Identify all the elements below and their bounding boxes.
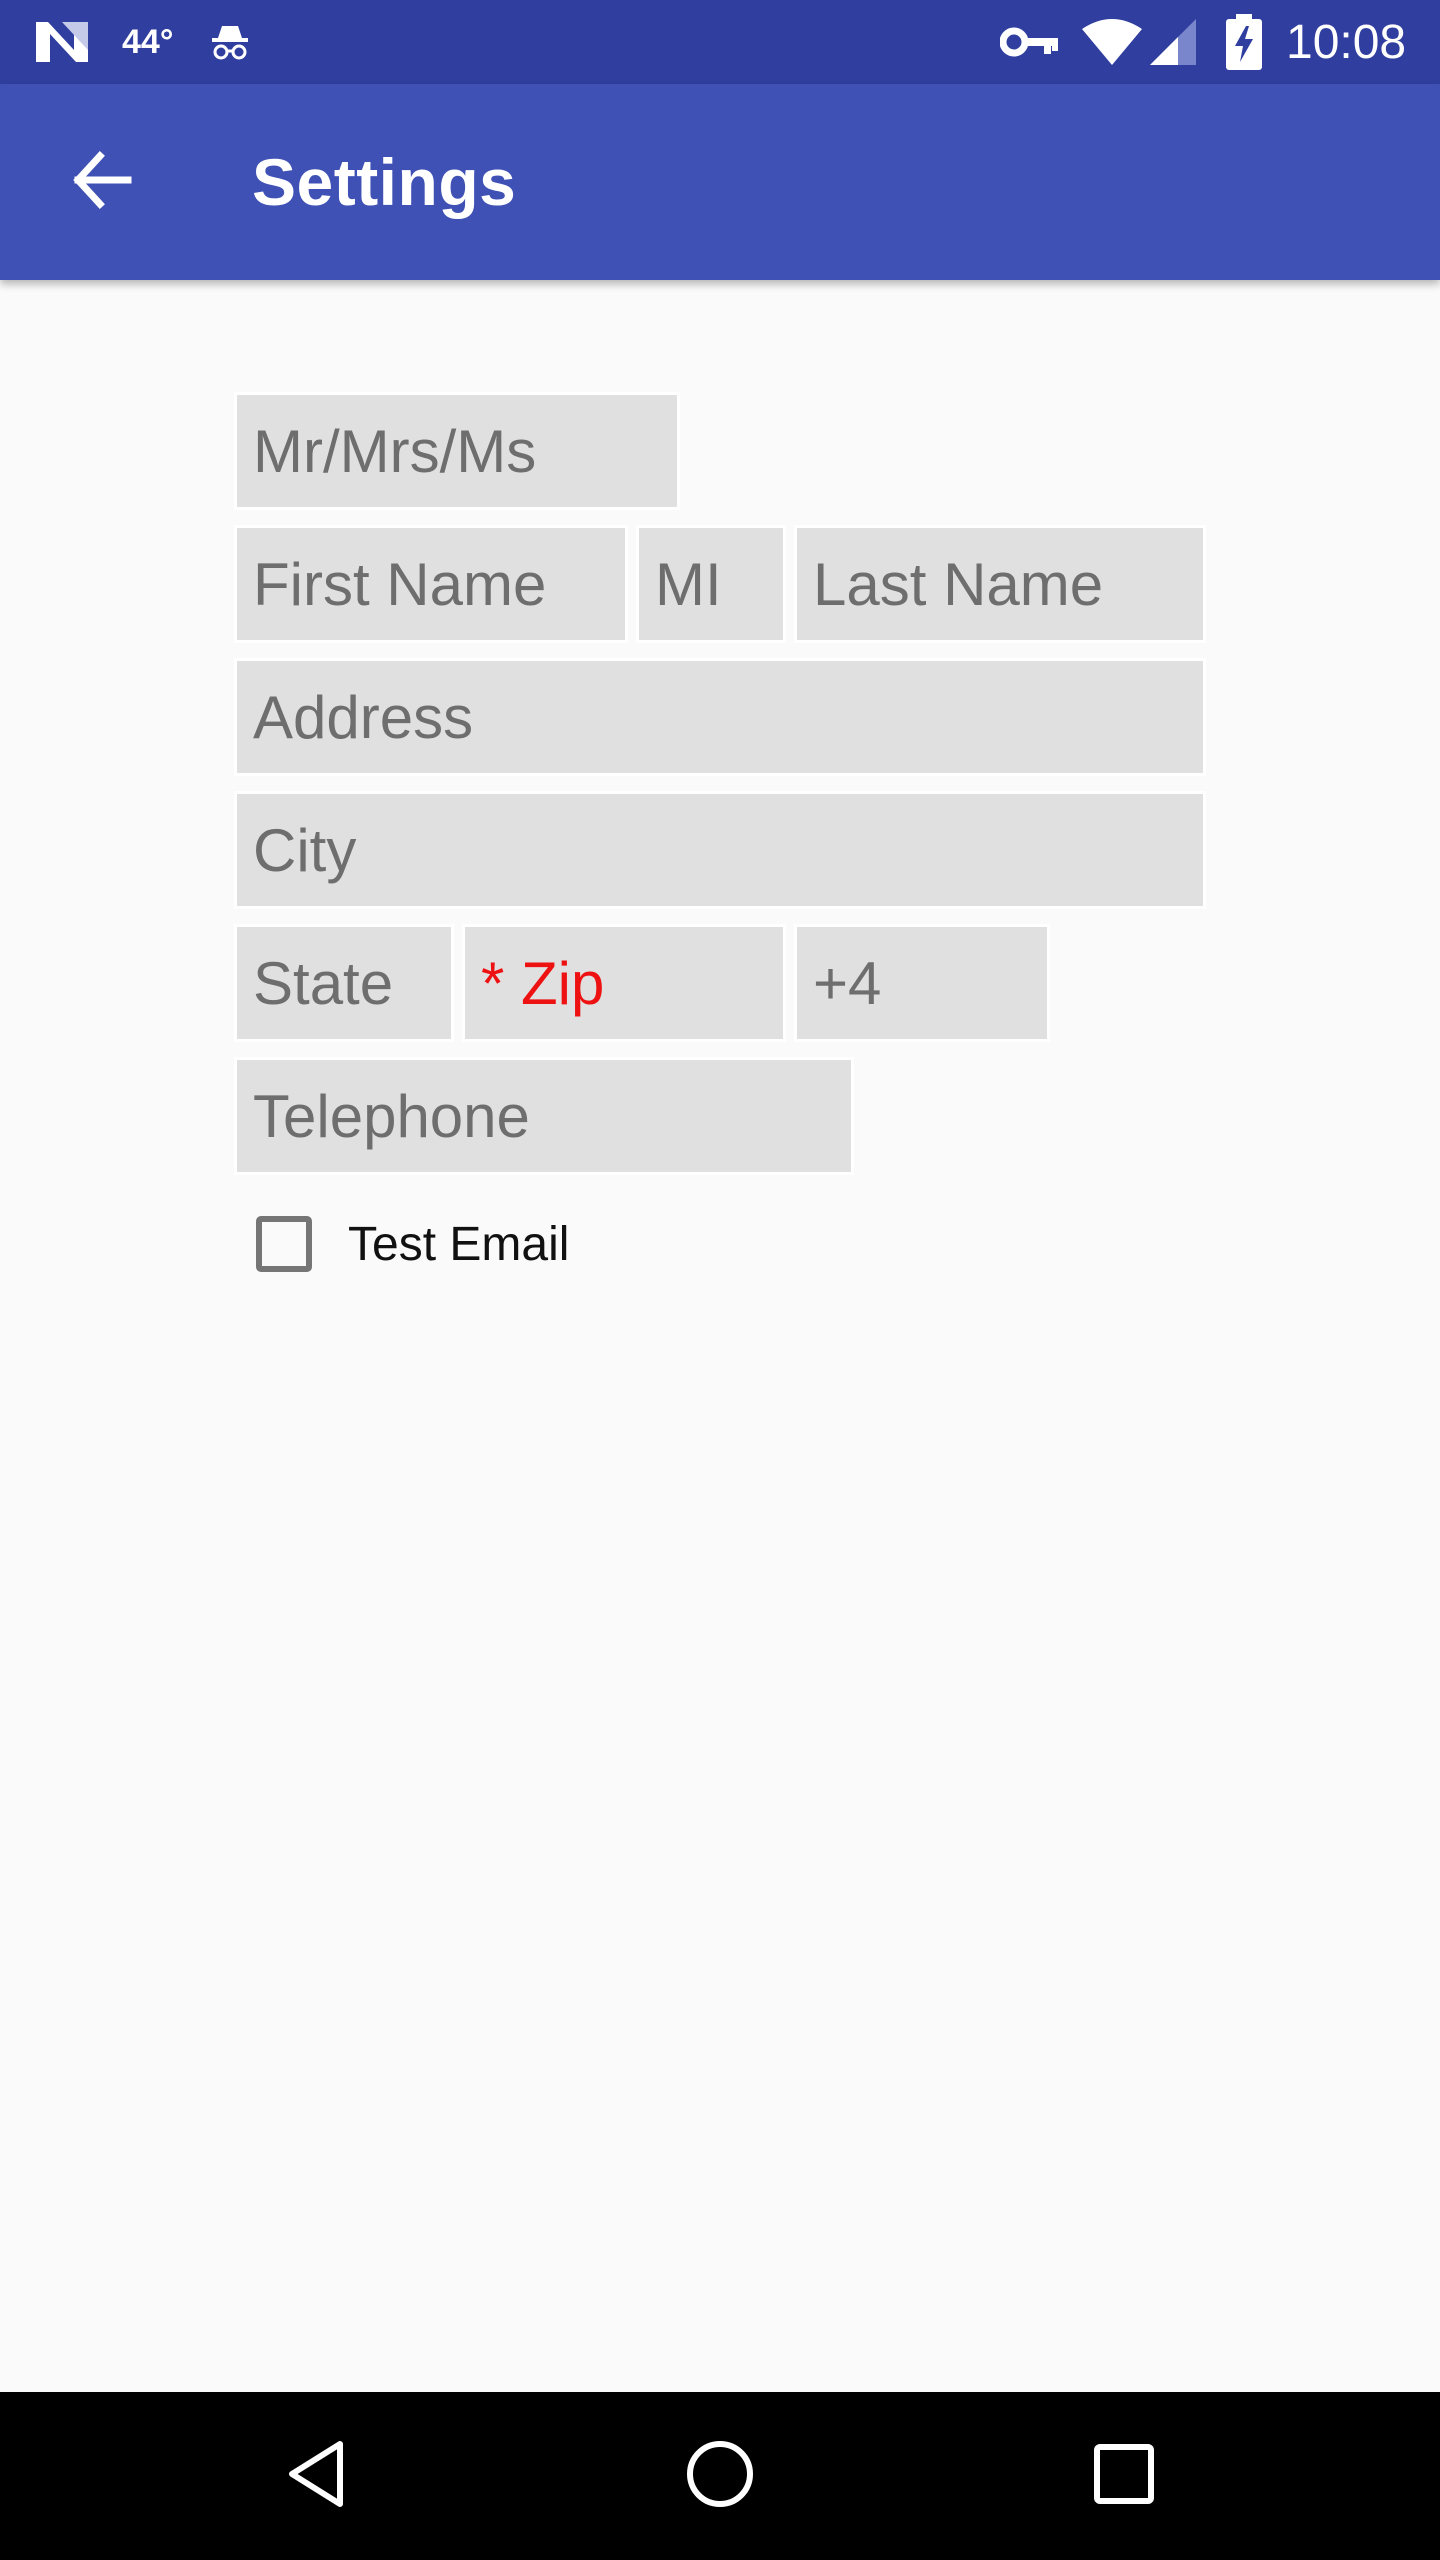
clock-text: 10:08 — [1286, 15, 1407, 69]
state-field[interactable]: State — [234, 924, 454, 1042]
test-email-label: Test Email — [348, 1217, 570, 1271]
cell-signal-icon — [1148, 0, 1198, 84]
recents-square-icon — [1092, 2442, 1156, 2511]
city-field[interactable]: City — [234, 791, 1206, 909]
vpn-key-icon — [1000, 0, 1060, 84]
middle-initial-field[interactable]: MI — [636, 525, 786, 643]
test-email-checkbox[interactable] — [256, 1216, 312, 1272]
n-logo-icon — [34, 0, 90, 84]
battery-charging-icon — [1226, 0, 1262, 84]
spy-icon — [208, 0, 252, 84]
arrow-back-icon — [70, 148, 134, 217]
zip4-field[interactable]: +4 — [794, 924, 1050, 1042]
nav-back-button[interactable] — [258, 2418, 374, 2534]
test-email-checkbox-row[interactable]: Test Email — [250, 1208, 569, 1280]
page-title: Settings — [252, 145, 517, 219]
salutation-field[interactable]: Mr/Mrs/Ms — [234, 392, 680, 510]
nav-home-button[interactable] — [662, 2418, 778, 2534]
zip-field[interactable]: * Zip — [462, 924, 786, 1042]
home-circle-icon — [685, 2439, 755, 2514]
nav-recents-button[interactable] — [1066, 2418, 1182, 2534]
address-field[interactable]: Address — [234, 658, 1206, 776]
last-name-field[interactable]: Last Name — [794, 525, 1206, 643]
back-triangle-icon — [284, 2438, 348, 2515]
app-bar: Settings — [0, 84, 1440, 280]
wifi-icon — [1080, 0, 1144, 84]
status-bar: 44° 10:08 — [0, 0, 1440, 84]
first-name-field[interactable]: First Name — [234, 525, 628, 643]
temperature-text: 44° — [122, 22, 174, 61]
back-button[interactable] — [48, 128, 156, 236]
navigation-bar — [0, 2392, 1440, 2560]
telephone-field[interactable]: Telephone — [234, 1057, 854, 1175]
